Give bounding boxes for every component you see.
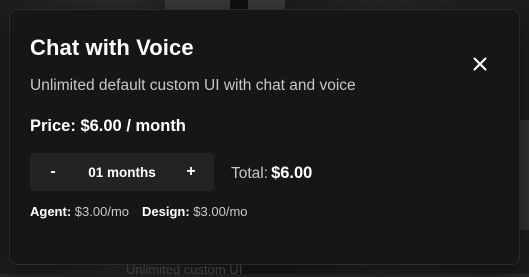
months-value: 01 months	[88, 164, 156, 180]
close-button[interactable]	[470, 54, 490, 74]
total-label: Total:	[231, 165, 269, 182]
price-breakdown: Agent: $3.00/mo Design: $3.00/mo	[30, 204, 248, 219]
agent-breakdown: Agent: $3.00/mo	[30, 204, 129, 219]
design-breakdown: Design: $3.00/mo	[142, 204, 248, 219]
agent-label: Agent:	[30, 204, 72, 219]
total-summary: Total: $6.00	[231, 164, 312, 183]
price-label: Price: $6.00 / month	[30, 117, 186, 135]
dialog-title: Chat with Voice	[30, 35, 194, 60]
plan-dialog: Chat with Voice Unlimited default custom…	[9, 9, 520, 265]
design-label: Design:	[142, 204, 190, 219]
increment-button[interactable]: +	[168, 153, 214, 191]
close-icon	[473, 57, 487, 71]
total-value: $6.00	[271, 164, 313, 182]
agent-value: $3.00/mo	[74, 204, 129, 219]
months-stepper: - 01 months +	[30, 153, 214, 191]
design-value: $3.00/mo	[193, 204, 248, 219]
decrement-button[interactable]: -	[30, 153, 76, 191]
dialog-subtitle: Unlimited default custom UI with chat an…	[30, 77, 356, 94]
